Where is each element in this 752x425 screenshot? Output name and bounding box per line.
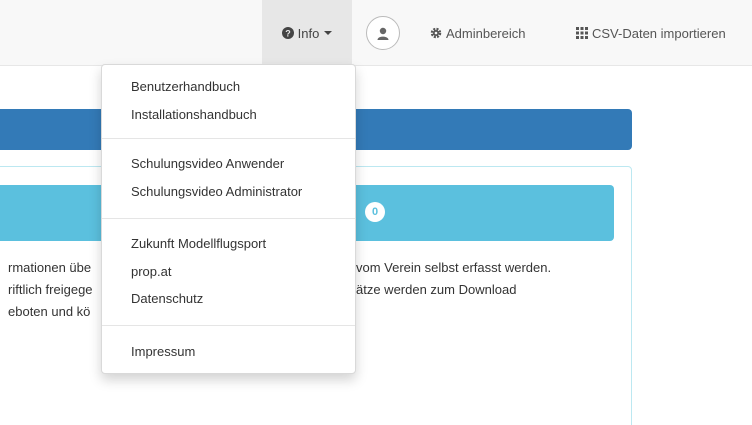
- admin-area-link[interactable]: Adminbereich: [430, 0, 526, 66]
- admin-area-label: Adminbereich: [446, 25, 526, 41]
- menu-item-impressum[interactable]: Impressum: [131, 344, 195, 359]
- grid-icon: [576, 27, 588, 39]
- svg-text:?: ?: [285, 29, 291, 39]
- paragraph-line-1-left: rmationen übe: [8, 260, 92, 275]
- menu-item-schulungsvideo-anwender[interactable]: Schulungsvideo Anwender: [131, 156, 284, 171]
- menu-item-prop-at[interactable]: prop.at: [131, 264, 171, 279]
- menu-item-zukunft-modellflugsport[interactable]: Zukunft Modellflugsport: [131, 236, 266, 251]
- paragraph-line-3-left: eboten und kö: [8, 304, 91, 319]
- user-icon: [377, 27, 389, 40]
- menu-item-benutzerhandbuch[interactable]: Benutzerhandbuch: [131, 79, 240, 94]
- paragraph-line-2-left: riftlich freigege: [8, 282, 93, 297]
- menu-item-datenschutz[interactable]: Datenschutz: [131, 291, 203, 306]
- question-circle-icon: ?: [281, 27, 294, 39]
- user-menu-toggle[interactable]: [364, 0, 402, 66]
- caret-down-icon: [324, 31, 333, 35]
- info-dropdown-menu: Benutzerhandbuch Installationshandbuch S…: [101, 64, 356, 374]
- paragraph-line-1-right: vom Verein selbst erfasst werden.: [356, 260, 552, 275]
- menu-divider: [102, 138, 355, 139]
- info-menu-toggle[interactable]: ? Info: [262, 0, 352, 66]
- menu-divider: [102, 325, 355, 326]
- menu-divider: [102, 218, 355, 219]
- top-navbar: ? Info Adminbereich CSV-Daten importiere…: [0, 0, 752, 66]
- menu-item-installationshandbuch[interactable]: Installationshandbuch: [131, 107, 257, 122]
- paragraph-line-2-right: ätze werden zum Download: [356, 282, 517, 297]
- info-menu-label: Info: [297, 25, 320, 41]
- cog-icon: [430, 27, 442, 39]
- csv-import-label: CSV-Daten importieren: [592, 25, 726, 41]
- csv-import-link[interactable]: CSV-Daten importieren: [576, 0, 726, 66]
- avatar: [366, 16, 400, 50]
- count-badge: 0: [365, 202, 385, 222]
- menu-item-schulungsvideo-administrator[interactable]: Schulungsvideo Administrator: [131, 184, 302, 199]
